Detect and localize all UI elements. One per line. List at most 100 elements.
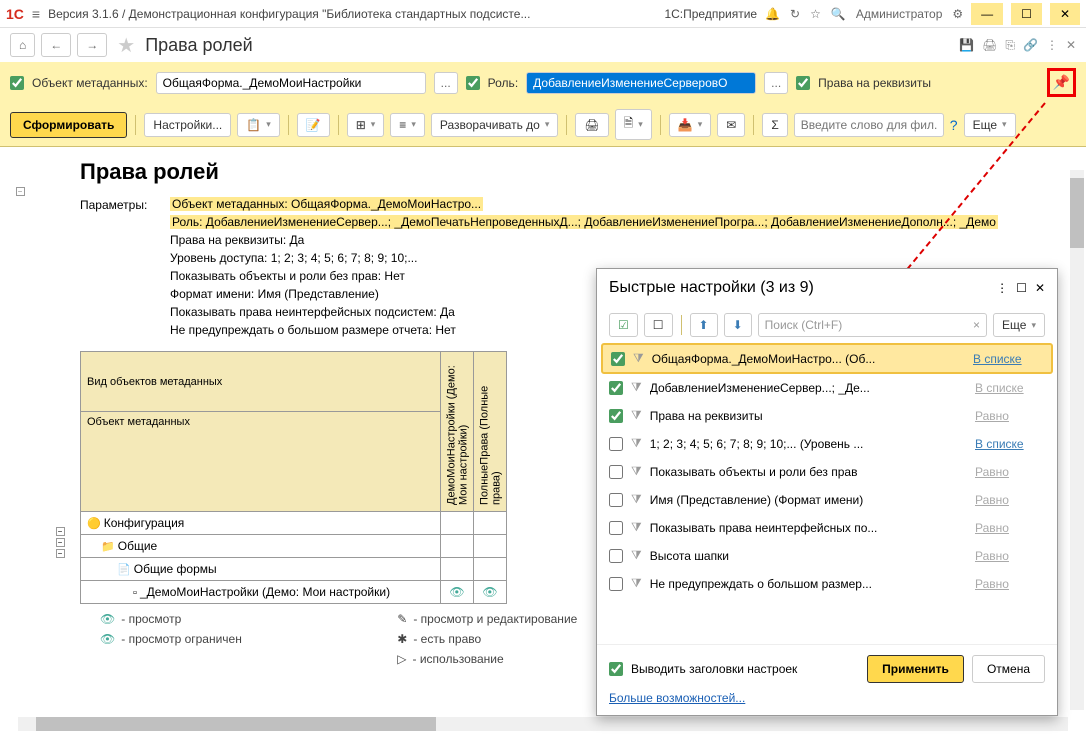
sum-button[interactable]: Σ (762, 113, 787, 137)
row-checkbox[interactable] (609, 577, 623, 591)
tree-collapse-2[interactable]: − (56, 527, 65, 536)
role-more-button[interactable]: ... (764, 72, 788, 94)
generate-button[interactable]: Сформировать (10, 112, 127, 138)
popup-row[interactable]: ⧩Не предупреждать о большом размер...Рав… (601, 570, 1053, 598)
page-title: Права ролей (145, 35, 253, 56)
row-action-link[interactable]: Равно (975, 521, 1045, 535)
link-icon[interactable]: 🔗 (1023, 38, 1038, 53)
user-label[interactable]: Администратор (856, 7, 943, 21)
row-action-link[interactable]: Равно (975, 409, 1045, 423)
tree-collapse-1[interactable]: − (16, 187, 25, 196)
role-input[interactable] (526, 72, 756, 94)
mail-button[interactable]: ✉ (717, 113, 745, 137)
toolbar: Сформировать Настройки... 📋 📝 ⊞ ≡ Развор… (0, 103, 1086, 147)
save-dropdown[interactable]: 📥 (669, 113, 711, 137)
filter-icon[interactable]: ⚙ (952, 7, 963, 21)
navbar: ⌂ ← → ★ Права ролей 💾 🖨 ⎘ 🔗 ⋮ ✕ (0, 28, 1086, 62)
popup-maximize-icon[interactable]: ☐ (1016, 281, 1027, 295)
menu-icon[interactable]: ≡ (32, 6, 40, 22)
favorite-icon[interactable]: ★ (117, 33, 135, 58)
meta-checkbox[interactable] (10, 76, 24, 90)
row-action-link[interactable]: Равно (975, 465, 1045, 479)
star-icon[interactable]: ☆ (810, 7, 821, 21)
row-action-link[interactable]: В списке (973, 352, 1043, 366)
home-button[interactable]: ⌂ (10, 33, 35, 57)
row-action-link[interactable]: В списке (975, 437, 1045, 451)
filter-panel: Объект метаданных: ... Роль: ... Права н… (0, 62, 1086, 103)
meta-more-button[interactable]: ... (434, 72, 458, 94)
row-action-link[interactable]: В списке (975, 381, 1045, 395)
nav-forward[interactable]: → (77, 33, 107, 57)
pin-icon[interactable]: 📌 (1053, 74, 1070, 90)
collapse-dropdown[interactable]: ≡ (390, 113, 425, 137)
tree-collapse-3[interactable]: − (56, 538, 65, 547)
row-action-link[interactable]: Равно (975, 577, 1045, 591)
expand-button[interactable]: Разворачивать до (431, 113, 559, 137)
window-close[interactable]: ✕ (1050, 3, 1080, 25)
export-icon[interactable]: ⎘ (1005, 38, 1015, 53)
nav-back[interactable]: ← (41, 33, 71, 57)
horizontal-scrollbar[interactable] (18, 717, 1068, 731)
row-action-link[interactable]: Равно (975, 493, 1045, 507)
output-headers-checkbox[interactable] (609, 662, 623, 676)
popup-close-icon[interactable]: ✕ (1035, 281, 1045, 295)
row-checkbox[interactable] (611, 352, 625, 366)
row-checkbox[interactable] (609, 521, 623, 535)
popup-row[interactable]: ⧩Имя (Представление) (Формат имени)Равно (601, 486, 1053, 514)
window-minimize[interactable]: — (971, 3, 1003, 25)
popup-row[interactable]: ⧩Высота шапкиРавно (601, 542, 1053, 570)
pin-highlight: 📌 (1047, 68, 1076, 97)
more-options-link[interactable]: Больше возможностей... (609, 691, 745, 705)
check-all-button[interactable]: ☑ (609, 313, 638, 337)
window-maximize[interactable]: ☐ (1011, 3, 1042, 25)
search-icon[interactable]: 🔍 (831, 7, 846, 21)
popup-more-button[interactable]: Еще (993, 313, 1045, 337)
move-down-button[interactable]: ⬇ (724, 313, 752, 337)
funnel-icon: ⧩ (631, 492, 642, 507)
row-checkbox[interactable] (609, 437, 623, 451)
settings-button[interactable]: Настройки... (144, 113, 231, 137)
move-up-button[interactable]: ⬆ (690, 313, 718, 337)
popup-menu-icon[interactable]: ⋮ (996, 281, 1008, 295)
popup-row[interactable]: ⧩Показывать объекты и роли без правРавно (601, 458, 1053, 486)
role-checkbox[interactable] (466, 76, 480, 90)
funnel-icon: ⧩ (631, 520, 642, 535)
col-role1: ДемоМоиНастройки (Демо: Мои настройки) (441, 352, 474, 512)
print-button[interactable]: 🖨 (575, 113, 608, 137)
apply-button[interactable]: Применить (867, 655, 964, 683)
popup-row[interactable]: ⧩ДобавлениеИзменениеСервер...; _Де...В с… (601, 374, 1053, 402)
popup-row[interactable]: ⧩1; 2; 3; 4; 5; 6; 7; 8; 9; 10;... (Уров… (601, 430, 1053, 458)
popup-search[interactable]: Поиск (Ctrl+F) × (758, 313, 987, 337)
app-logo: 1C (6, 6, 24, 22)
row-checkbox[interactable] (609, 549, 623, 563)
uncheck-all-button[interactable]: ☐ (644, 313, 673, 337)
popup-row[interactable]: ⧩Права на реквизитыРавно (601, 402, 1053, 430)
row-action-link[interactable]: Равно (975, 549, 1045, 563)
row-checkbox[interactable] (609, 409, 623, 423)
cancel-button[interactable]: Отмена (972, 655, 1045, 683)
variant-button[interactable]: 📝 (297, 113, 330, 137)
rights-checkbox[interactable] (796, 76, 810, 90)
save-icon[interactable]: 💾 (959, 38, 974, 53)
row-checkbox[interactable] (609, 465, 623, 479)
popup-row[interactable]: ⧩Показывать права неинтерфейсных по...Ра… (601, 514, 1053, 542)
bell-icon[interactable]: 🔔 (765, 7, 780, 21)
tree-dropdown[interactable]: ⊞ (347, 113, 385, 137)
popup-row[interactable]: ⧩ОбщаяФорма._ДемоМоиНастро... (Об...В сп… (601, 343, 1053, 374)
preview-dropdown[interactable]: 🗎 (615, 109, 652, 140)
copy-dropdown[interactable]: 📋 (237, 113, 279, 137)
history-icon[interactable]: ↻ (790, 7, 800, 21)
tree-collapse-4[interactable]: − (56, 549, 65, 558)
row-checkbox[interactable] (609, 493, 623, 507)
help-icon[interactable]: ? (950, 117, 958, 133)
close-tab-icon[interactable]: ✕ (1066, 38, 1076, 53)
actions-icon[interactable]: ⋮ (1046, 38, 1058, 53)
clear-search-icon[interactable]: × (973, 318, 980, 332)
meta-input[interactable] (156, 72, 426, 94)
vertical-scrollbar[interactable] (1070, 170, 1084, 710)
row-checkbox[interactable] (609, 381, 623, 395)
search-input[interactable] (794, 113, 944, 137)
print-icon[interactable]: 🖨 (982, 38, 997, 53)
more-button[interactable]: Еще (964, 113, 1016, 137)
funnel-icon: ⧩ (631, 436, 642, 451)
